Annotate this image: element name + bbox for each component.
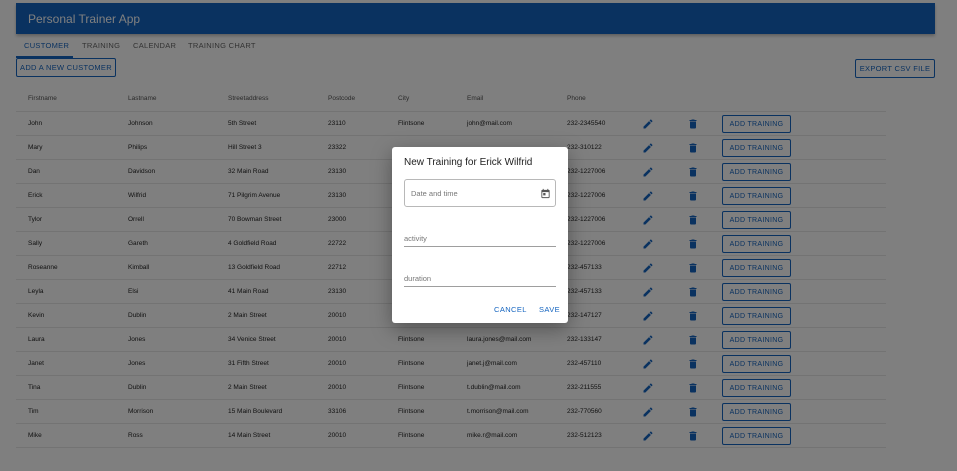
new-training-dialog: New Training for Erick Wilfrid Date and … [392, 147, 568, 323]
cancel-button[interactable]: CANCEL [494, 305, 527, 314]
calendar-icon[interactable] [540, 188, 551, 199]
date-time-field[interactable]: Date and time [404, 179, 556, 207]
activity-label: activity [404, 234, 427, 243]
duration-field[interactable]: duration [404, 271, 556, 287]
save-button[interactable]: SAVE [539, 305, 560, 314]
dialog-title: New Training for Erick Wilfrid [404, 157, 533, 168]
activity-field[interactable]: activity [404, 231, 556, 247]
duration-label: duration [404, 274, 432, 283]
date-time-placeholder: Date and time [411, 189, 458, 198]
